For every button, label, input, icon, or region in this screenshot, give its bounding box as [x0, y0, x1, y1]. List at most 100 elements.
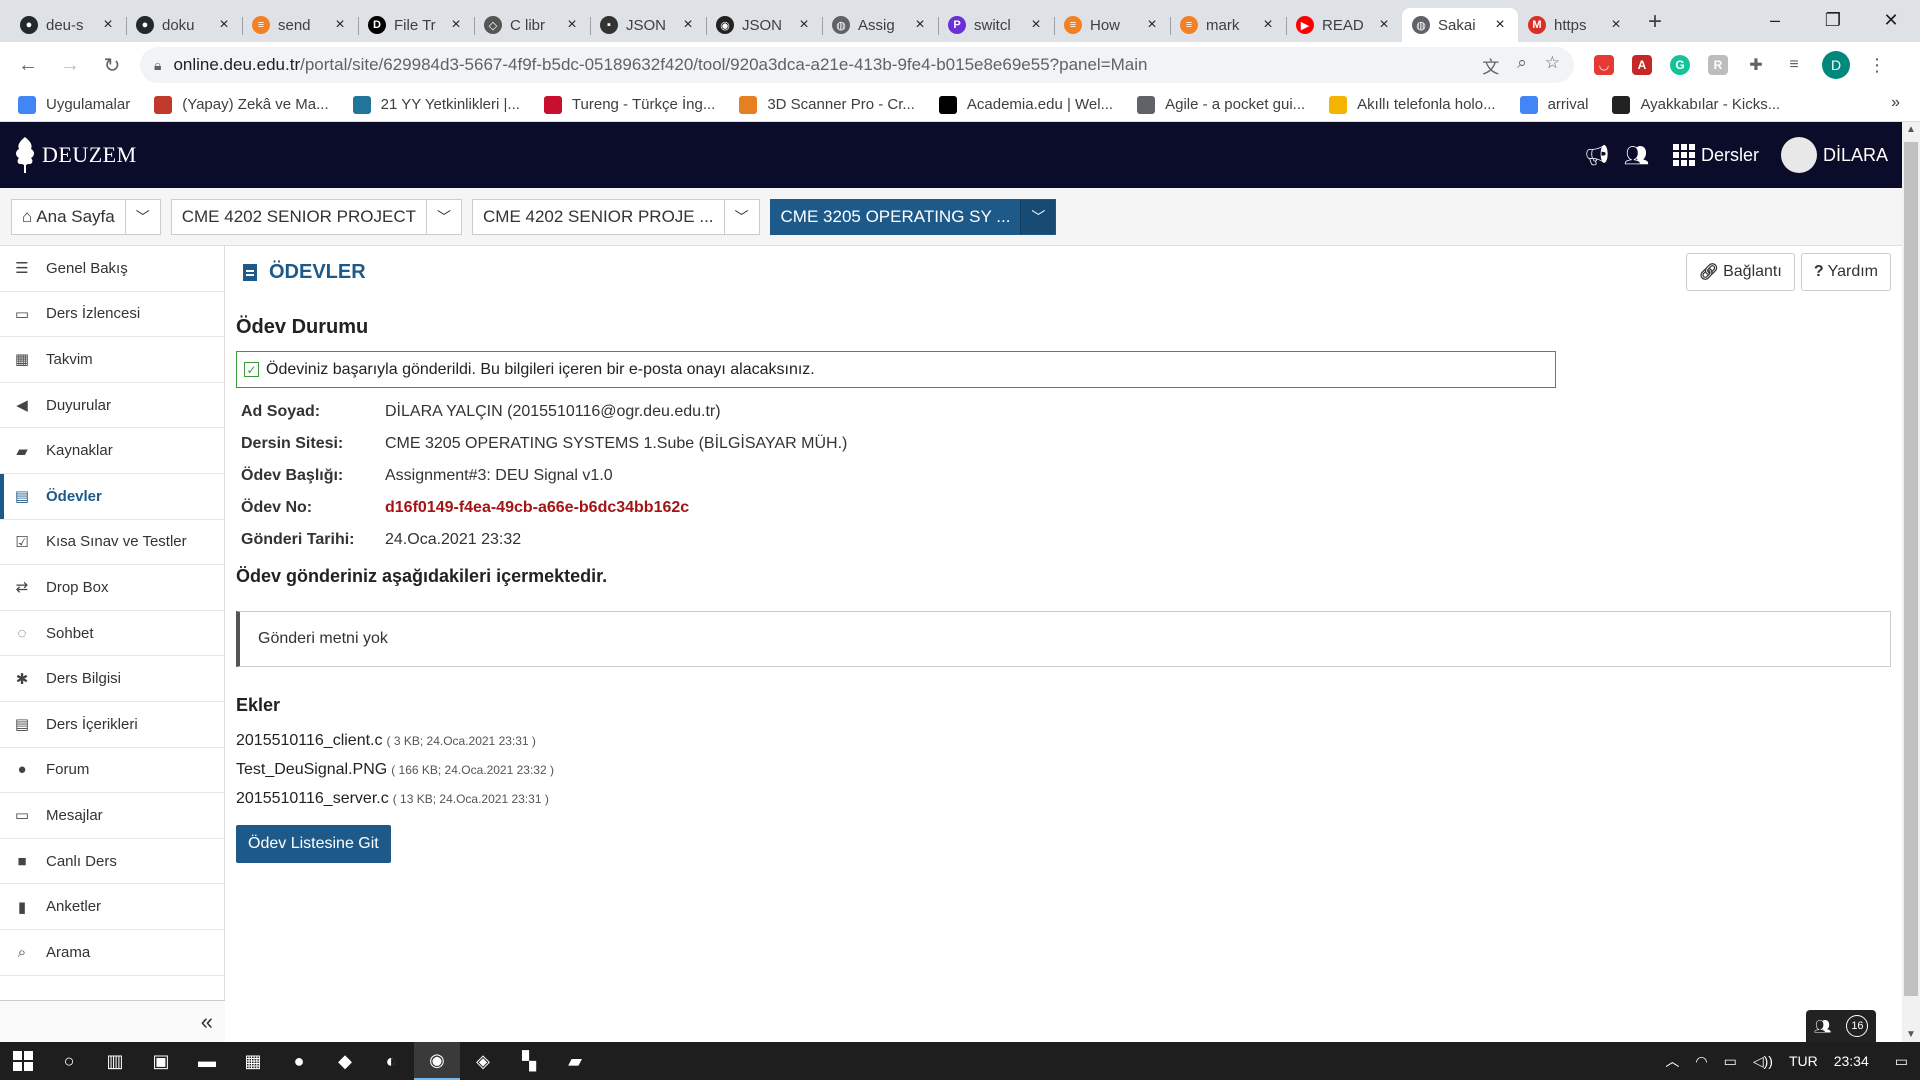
close-tab-icon[interactable]: × — [564, 16, 580, 34]
sticky-notes-icon[interactable]: ▰ — [552, 1042, 598, 1080]
chrome-icon[interactable]: ◉ — [414, 1042, 460, 1080]
ime-icon[interactable]: ▭ — [1724, 1053, 1737, 1070]
translate-icon[interactable]: ⽂ — [1482, 53, 1499, 78]
site-tab-operating-systems[interactable]: CME 3205 OPERATING SY ... ﹀ — [769, 198, 1057, 235]
nav-item[interactable]: ● Forum — [0, 748, 224, 794]
site-tab-home[interactable]: ⌂ Ana Sayfa ﹀ — [11, 198, 161, 235]
bookmark-item[interactable]: 21 YY Yetkinlikleri |... — [352, 95, 520, 114]
browser-tab[interactable]: ▶ READ × — [1286, 8, 1402, 42]
close-tab-icon[interactable]: × — [100, 16, 116, 34]
close-tab-icon[interactable]: × — [1608, 16, 1624, 34]
nav-item[interactable]: ▭ Ders İzlencesi — [0, 292, 224, 338]
browser-tab[interactable]: ● doku × — [126, 8, 242, 42]
back-button[interactable]: ← — [8, 45, 48, 85]
attachment-link[interactable]: 2015510116_client.c — [236, 732, 383, 750]
vscode-icon[interactable]: ◆ — [322, 1042, 368, 1080]
nav-item[interactable]: ▮ Anketler — [0, 884, 224, 930]
minimize-button[interactable]: – — [1746, 0, 1804, 40]
back-to-list-button[interactable]: Ödev Listesine Git — [236, 825, 391, 863]
nav-item[interactable]: ◌ Sohbet — [0, 611, 224, 657]
close-tab-icon[interactable]: × — [1028, 16, 1044, 34]
pocket-extension-icon[interactable]: ◡ — [1594, 55, 1614, 75]
attachment-link[interactable]: Test_DeuSignal.PNG — [236, 761, 387, 779]
nav-item[interactable]: ▦ Takvim — [0, 337, 224, 383]
nav-item[interactable]: ⌕ Arama — [0, 930, 224, 976]
close-tab-icon[interactable]: × — [912, 16, 928, 34]
browser-tab[interactable]: ◉ JSON × — [706, 8, 822, 42]
network-icon[interactable]: ◠ — [1695, 1053, 1707, 1070]
file-explorer-icon[interactable]: ▬ — [184, 1042, 230, 1080]
search-icon[interactable]: ○ — [46, 1042, 92, 1080]
close-tab-icon[interactable]: × — [680, 16, 696, 34]
scroll-up-arrow-icon[interactable]: ▲ — [1902, 124, 1920, 135]
help-button[interactable]: ? Yardım — [1800, 253, 1891, 291]
close-tab-icon[interactable]: × — [1260, 16, 1276, 34]
bookmark-item[interactable]: Tureng - Türkçe İng... — [543, 95, 715, 114]
site-tab-senior-project[interactable]: CME 4202 SENIOR PROJECT ﹀ — [170, 198, 463, 235]
nav-item[interactable]: ◀ Duyurular — [0, 383, 224, 429]
nav-item[interactable]: ▤ Ders İçerikleri — [0, 702, 224, 748]
chevron-down-icon[interactable]: ﹀ — [725, 200, 759, 234]
nav-item[interactable]: ▤ Ödevler — [0, 473, 224, 520]
close-tab-icon[interactable]: × — [448, 16, 464, 34]
collapse-menu-button[interactable]: « — [0, 1000, 225, 1042]
chat-presence-badge[interactable]: 👥︎ 16 — [1806, 1010, 1876, 1042]
restore-button[interactable]: ❐ — [1804, 0, 1862, 40]
bookmark-item[interactable]: Agile - a pocket gui... — [1137, 95, 1305, 114]
link-button[interactable]: 🔗︎ Bağlantı — [1685, 253, 1795, 291]
virtualbox-icon[interactable]: ◈ — [460, 1042, 506, 1080]
notifications-icon[interactable]: ▭ — [1895, 1053, 1908, 1070]
maps-icon[interactable]: ● — [276, 1042, 322, 1080]
close-tab-icon[interactable]: × — [216, 16, 232, 34]
store-icon[interactable]: ▣ — [138, 1042, 184, 1080]
language-indicator[interactable]: TUR — [1789, 1053, 1818, 1069]
browser-tab[interactable]: Mhttps × — [1518, 8, 1634, 42]
browser-tab[interactable]: ◇ C libr × — [474, 8, 590, 42]
close-tab-icon[interactable]: × — [1144, 16, 1160, 34]
user-avatar[interactable] — [1780, 137, 1817, 173]
calendar-app-icon[interactable]: ▦ — [230, 1042, 276, 1080]
bookmark-item[interactable]: Uygulamalar — [18, 95, 130, 114]
nav-item[interactable]: ☑ Kısa Sınav ve Testler — [0, 520, 224, 566]
chevron-up-icon[interactable]: ︿ — [1665, 1051, 1679, 1071]
nav-item[interactable]: ■ Canlı Ders — [0, 839, 224, 885]
courses-menu-button[interactable]: Dersler — [1672, 144, 1759, 166]
reload-button[interactable]: ↻ — [92, 45, 132, 85]
edge-icon[interactable]: ◐ — [368, 1042, 414, 1080]
close-tab-icon[interactable]: × — [796, 16, 812, 34]
browser-tab[interactable]: ◍ Sakai × — [1402, 8, 1518, 42]
bookmark-item[interactable]: Akıllı telefonla holo... — [1329, 95, 1496, 114]
bookmark-star-icon[interactable]: ☆ — [1545, 53, 1560, 78]
nav-item[interactable]: ▭ Mesajlar — [0, 793, 224, 839]
new-tab-button[interactable]: + — [1634, 8, 1676, 42]
attachment-link[interactable]: 2015510116_server.c — [236, 790, 389, 808]
bookmark-item[interactable]: (Yapay) Zekâ ve Ma... — [154, 95, 329, 114]
extension-icon[interactable]: R — [1708, 55, 1728, 75]
browser-tab[interactable]: ◍ Assig × — [822, 8, 938, 42]
nav-item[interactable]: ⇄ Drop Box — [0, 565, 224, 611]
bookmark-item[interactable]: Ayakkabılar - Kicks... — [1612, 95, 1780, 114]
nav-item[interactable]: ✱ Ders Bilgisi — [0, 656, 224, 702]
media-control-icon[interactable]: ≡ — [1784, 55, 1804, 75]
bookmark-item[interactable]: arrival — [1519, 95, 1588, 114]
clock[interactable]: 23:34 — [1834, 1053, 1869, 1069]
browser-tab[interactable]: ≡ mark × — [1170, 8, 1286, 42]
close-window-button[interactable]: ✕ — [1862, 0, 1920, 40]
address-bar[interactable]: 🔒︎ online.deu.edu.tr/portal/site/629984d… — [140, 47, 1574, 83]
browser-tab[interactable]: ▪ JSON × — [590, 8, 706, 42]
browser-tab[interactable]: ≡ send × — [242, 8, 358, 42]
nav-item[interactable]: ☰ Genel Bakış — [0, 246, 224, 292]
volume-icon[interactable]: ◁)) — [1753, 1053, 1773, 1070]
announcements-icon[interactable]: 📢︎ — [1584, 143, 1609, 168]
chevron-down-icon[interactable]: ﹀ — [126, 200, 160, 234]
nav-item[interactable]: ▰ Kaynaklar — [0, 428, 224, 474]
profile-avatar[interactable]: D — [1822, 51, 1850, 79]
page-scrollbar[interactable]: ▲ ▼ — [1902, 122, 1920, 1042]
browser-tab[interactable]: D File Tr × — [358, 8, 474, 42]
bookmarks-overflow-icon[interactable]: » — [1891, 94, 1900, 112]
browser-menu-icon[interactable]: ⋮ — [1868, 55, 1886, 76]
close-tab-icon[interactable]: × — [332, 16, 348, 34]
app-icon[interactable]: ▚ — [506, 1042, 552, 1080]
bookmark-item[interactable]: 3D Scanner Pro - Cr... — [739, 95, 915, 114]
user-name[interactable]: DİLARA — [1823, 145, 1888, 166]
